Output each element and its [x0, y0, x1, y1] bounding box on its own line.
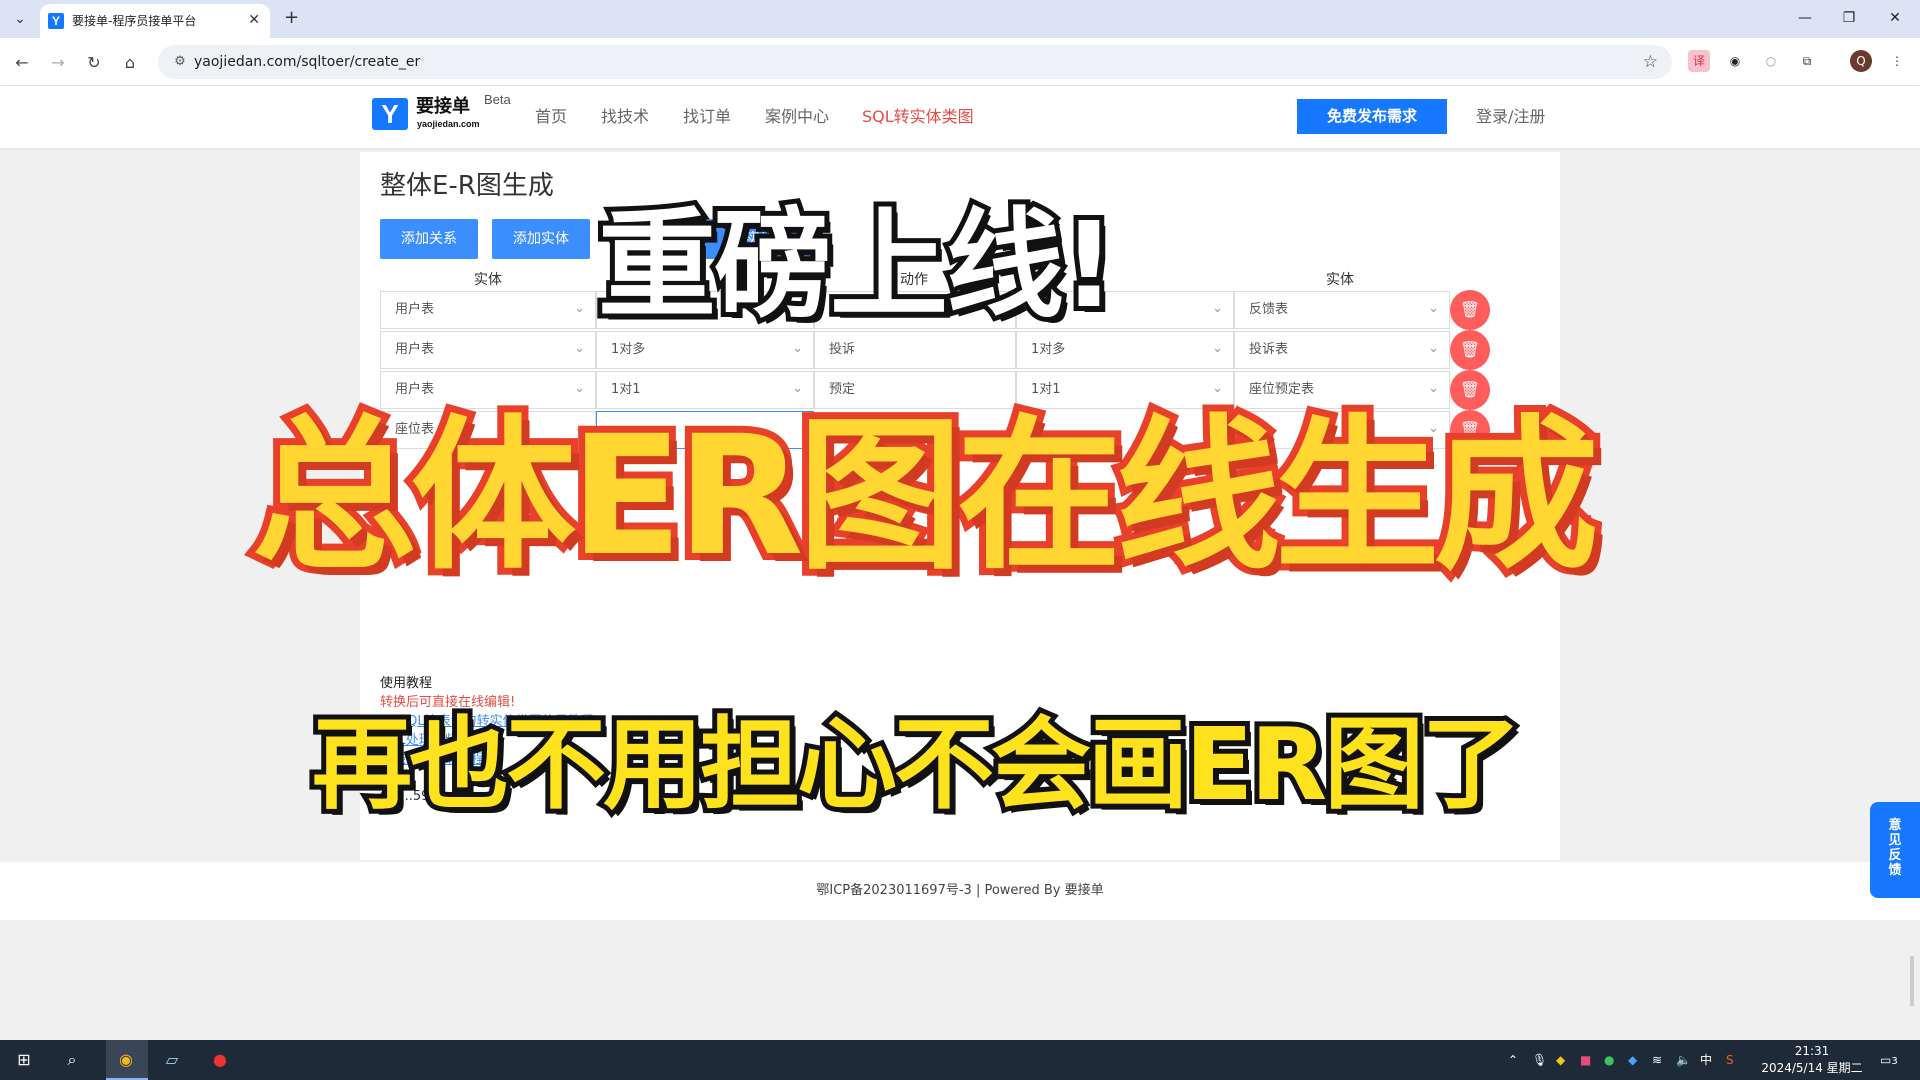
recorder-icon[interactable]: ●: [208, 1048, 232, 1072]
star-icon[interactable]: ☆: [1643, 51, 1658, 73]
tray-app-icon[interactable]: ■: [1580, 1050, 1591, 1070]
footer-text: 鄂ICP备2023011697号-3 | Powered By 要接单: [816, 883, 1104, 898]
chevron-up-icon[interactable]: ⌃: [1508, 1050, 1518, 1070]
beta-badge: Beta: [484, 92, 511, 107]
select-value: 反馈表: [1249, 302, 1289, 317]
forward-icon[interactable]: →: [46, 51, 70, 75]
add-entity-button[interactable]: 添加实体: [492, 219, 590, 259]
address-bar[interactable]: ⚙ yaojiedan.com/sqltoer/create_er ☆: [158, 45, 1672, 79]
ime-indicator[interactable]: 中: [1700, 1050, 1712, 1070]
site-info-icon[interactable]: ⚙: [170, 52, 190, 72]
extension-icon[interactable]: ◉: [1724, 50, 1746, 72]
trash-icon: 🗑: [1459, 340, 1481, 359]
scrollbar[interactable]: [1910, 956, 1914, 1006]
chevron-down-icon: ⌄: [1212, 301, 1223, 316]
nav-find-tech[interactable]: 找技术: [601, 106, 649, 128]
translate-extension-icon[interactable]: 译: [1688, 50, 1710, 72]
record-extension-icon[interactable]: ○: [1760, 50, 1782, 72]
windows-taskbar: ⊞ ⌕ ◉ ▱ ● ⌃ 🎙 ◆ ■ ● ◆ ≋ 🔈 中 S 21:31 2024…: [0, 1040, 1920, 1080]
tray-app-icon[interactable]: ◆: [1556, 1050, 1565, 1070]
entity-right-select[interactable]: 反馈表 ⌄: [1234, 291, 1450, 329]
col-header-entity-right: 实体: [1326, 272, 1354, 288]
logo-name[interactable]: 要接单: [416, 96, 470, 118]
notification-count: 3: [1891, 1056, 1898, 1067]
tab-list-icon[interactable]: ⌄: [8, 7, 32, 31]
trash-icon: 🗑: [1459, 300, 1481, 319]
wifi-icon[interactable]: ≋: [1652, 1050, 1662, 1070]
logo-icon[interactable]: Y: [372, 98, 408, 130]
notepad-icon[interactable]: ▱: [160, 1048, 184, 1072]
nav-sql-to-er[interactable]: SQL转实体类图: [862, 106, 974, 128]
browser-toolbar: ← → ↻ ⌂ ⚙ yaojiedan.com/sqltoer/create_e…: [0, 38, 1920, 86]
profile-avatar[interactable]: Q: [1850, 50, 1872, 72]
login-register-link[interactable]: 登录/注册: [1476, 106, 1545, 128]
site-footer: 鄂ICP备2023011697号-3 | Powered By 要接单: [0, 862, 1920, 920]
restore-icon[interactable]: ❐: [1834, 8, 1864, 28]
extensions-icon[interactable]: ⧉: [1796, 50, 1818, 72]
select-value: 1对多: [1031, 342, 1066, 357]
reload-icon[interactable]: ↻: [82, 51, 106, 75]
chrome-icon[interactable]: ◉: [114, 1048, 138, 1072]
chevron-down-icon: ⌄: [574, 301, 585, 316]
overlay-main-title: 总体ER图在线生成: [245, 393, 1606, 599]
col-header-entity-left: 实体: [474, 272, 502, 288]
window-close-icon[interactable]: ✕: [1880, 8, 1910, 28]
back-icon[interactable]: ←: [10, 51, 34, 75]
menu-icon[interactable]: ⋮: [1886, 50, 1908, 72]
clock-date: 2024/5/14 星期二: [1761, 1061, 1863, 1075]
url-text[interactable]: yaojiedan.com/sqltoer/create_er: [194, 53, 420, 71]
notification-icon[interactable]: ▭3: [1880, 1050, 1898, 1072]
tray-app-icon[interactable]: ◆: [1628, 1050, 1637, 1070]
nav-find-orders[interactable]: 找订单: [683, 106, 731, 128]
publish-request-button[interactable]: 免费发布需求: [1297, 99, 1447, 134]
delete-row-button[interactable]: 🗑: [1450, 330, 1490, 370]
chevron-down-icon: ⌄: [1212, 341, 1223, 356]
close-icon[interactable]: ✕: [248, 12, 260, 28]
page-title: 整体E-R图生成: [380, 171, 554, 201]
home-icon[interactable]: ⌂: [118, 51, 142, 75]
entity-right-select[interactable]: 投诉表 ⌄: [1234, 331, 1450, 369]
entity-left-select[interactable]: 用户表 ⌄: [380, 291, 596, 329]
logo-domain: yaojiedan.com: [417, 119, 480, 129]
browser-tab[interactable]: Y 要接单-程序员接单平台 ✕: [40, 4, 270, 38]
minimize-icon[interactable]: —: [1790, 8, 1820, 28]
select-value: 1对多: [611, 342, 646, 357]
chevron-down-icon: ⌄: [574, 341, 585, 356]
select-value: 用户表: [395, 302, 435, 317]
mic-icon[interactable]: 🎙: [1532, 1050, 1547, 1070]
browser-tab-bar: ⌄ Y 要接单-程序员接单平台 ✕ + — ❐ ✕: [0, 0, 1920, 38]
entity-left-select[interactable]: 用户表 ⌄: [380, 331, 596, 369]
clock-time: 21:31: [1794, 1044, 1830, 1058]
select-value: 用户表: [395, 342, 435, 357]
feedback-tab[interactable]: 意见反馈: [1870, 802, 1920, 898]
nav-home[interactable]: 首页: [535, 106, 567, 128]
nav-cases[interactable]: 案例中心: [765, 106, 829, 128]
clock[interactable]: 21:31 2024/5/14 星期二: [1756, 1043, 1868, 1077]
chevron-down-icon: ⌄: [1428, 341, 1439, 356]
add-relation-button[interactable]: 添加关系: [380, 219, 478, 259]
favicon-icon: Y: [48, 13, 64, 29]
overlay-subtitle: 再也不用担心不会画ER图了: [307, 701, 1526, 828]
new-tab-icon[interactable]: +: [284, 8, 299, 28]
volume-icon[interactable]: 🔈: [1676, 1050, 1691, 1070]
site-header: Y 要接单 yaojiedan.com Beta 首页 找技术 找订单 案例中心…: [0, 86, 1920, 148]
feedback-label: 意见反馈: [1888, 818, 1902, 878]
overlay-headline: 重磅上线!: [593, 191, 1121, 339]
windows-start-icon[interactable]: ⊞: [12, 1048, 36, 1072]
search-icon[interactable]: ⌕: [60, 1048, 84, 1072]
input-value: 投诉: [829, 342, 856, 357]
select-value: 投诉表: [1249, 342, 1289, 357]
tutorial-heading: 使用教程: [380, 676, 433, 691]
tab-title: 要接单-程序员接单平台: [72, 14, 197, 28]
wechat-icon[interactable]: ●: [1604, 1050, 1614, 1070]
delete-row-button[interactable]: 🗑: [1450, 290, 1490, 330]
sogou-icon[interactable]: S: [1726, 1050, 1734, 1070]
chevron-down-icon: ⌄: [792, 341, 803, 356]
chevron-down-icon: ⌄: [1428, 301, 1439, 316]
